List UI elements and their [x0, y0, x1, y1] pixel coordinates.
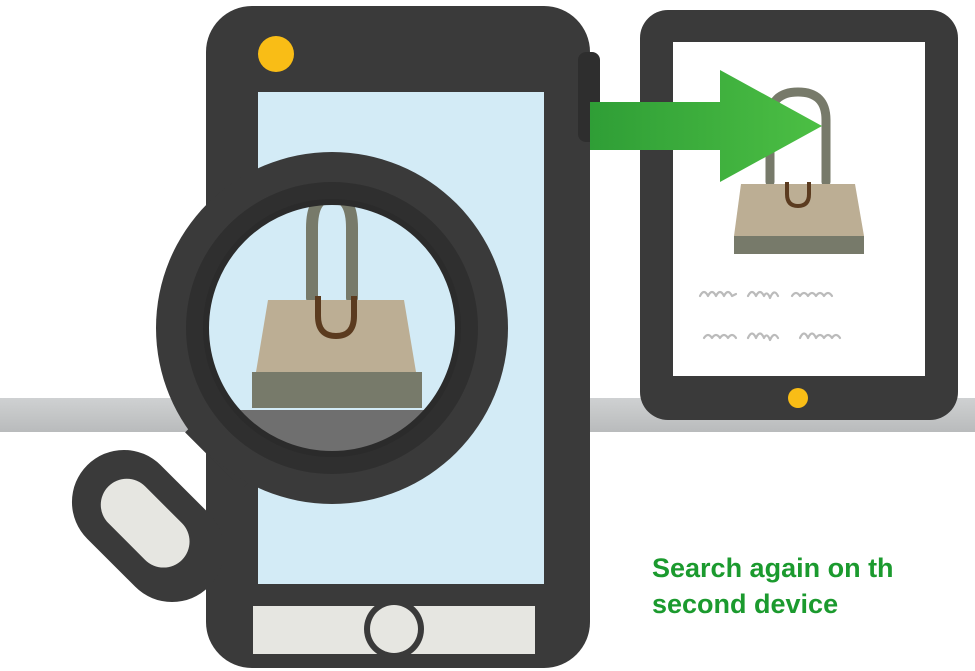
illustration: Search again on th second device — [0, 0, 975, 671]
phone-camera-dot — [258, 36, 294, 72]
tablet-home-dot — [788, 388, 808, 408]
tablet-icon — [640, 10, 958, 420]
caption-text: Search again on th second device — [652, 550, 975, 622]
phone-home-bar — [253, 599, 535, 659]
caption-line-2: second device — [652, 589, 839, 619]
caption-line-1: Search again on th — [652, 553, 894, 583]
